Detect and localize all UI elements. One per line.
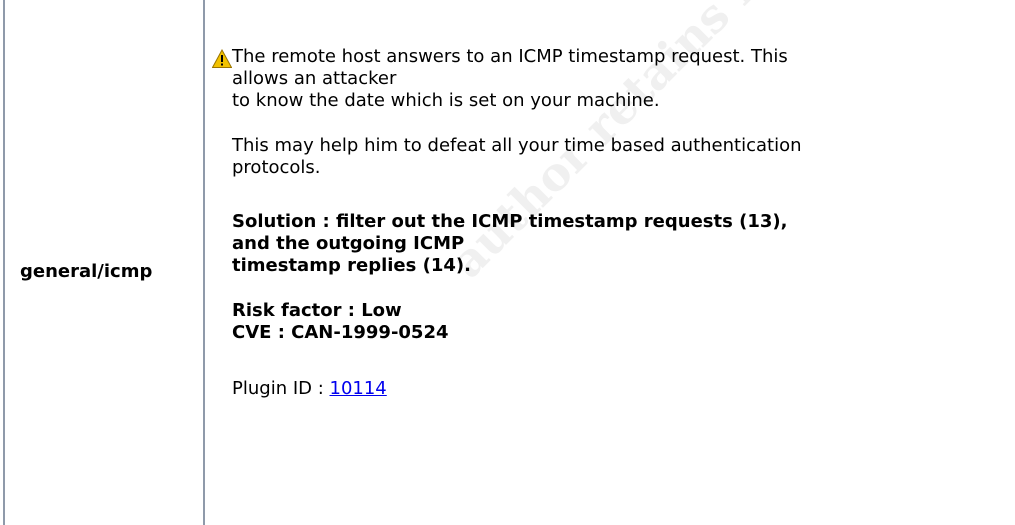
- solution-line: and the outgoing ICMP: [232, 233, 465, 254]
- solution-line: timestamp replies (14).: [232, 255, 471, 276]
- cve-reference: CVE : CAN-1999-0524: [232, 322, 449, 343]
- risk-block: Risk factor : Low CVE : CAN-1999-0524: [232, 300, 1007, 344]
- port-cell: general/icmp: [20, 261, 153, 282]
- description-line: to know the date which is set on your ma…: [232, 90, 660, 111]
- plugin-label: Plugin ID :: [232, 378, 330, 399]
- report-table: general/icmp The remote host answers to …: [0, 0, 1015, 525]
- risk-factor: Risk factor : Low: [232, 300, 402, 321]
- impact-line: This may help him to defeat all your tim…: [232, 135, 802, 156]
- table-column-divider: [203, 0, 205, 525]
- impact-text: This may help him to defeat all your tim…: [232, 135, 1007, 179]
- description-line: allows an attacker: [232, 68, 397, 89]
- table-left-border: [3, 0, 5, 525]
- finding-details: The remote host answers to an ICMP times…: [212, 46, 1007, 400]
- description-line: The remote host answers to an ICMP times…: [232, 46, 788, 67]
- solution-line: Solution : filter out the ICMP timestamp…: [232, 211, 788, 232]
- warning-icon: [212, 49, 232, 68]
- plugin-id-link[interactable]: 10114: [330, 378, 387, 399]
- solution-text: Solution : filter out the ICMP timestamp…: [232, 211, 1007, 277]
- description-text: The remote host answers to an ICMP times…: [232, 46, 1007, 112]
- impact-line: protocols.: [232, 157, 321, 178]
- plugin-line: Plugin ID : 10114: [232, 378, 1007, 400]
